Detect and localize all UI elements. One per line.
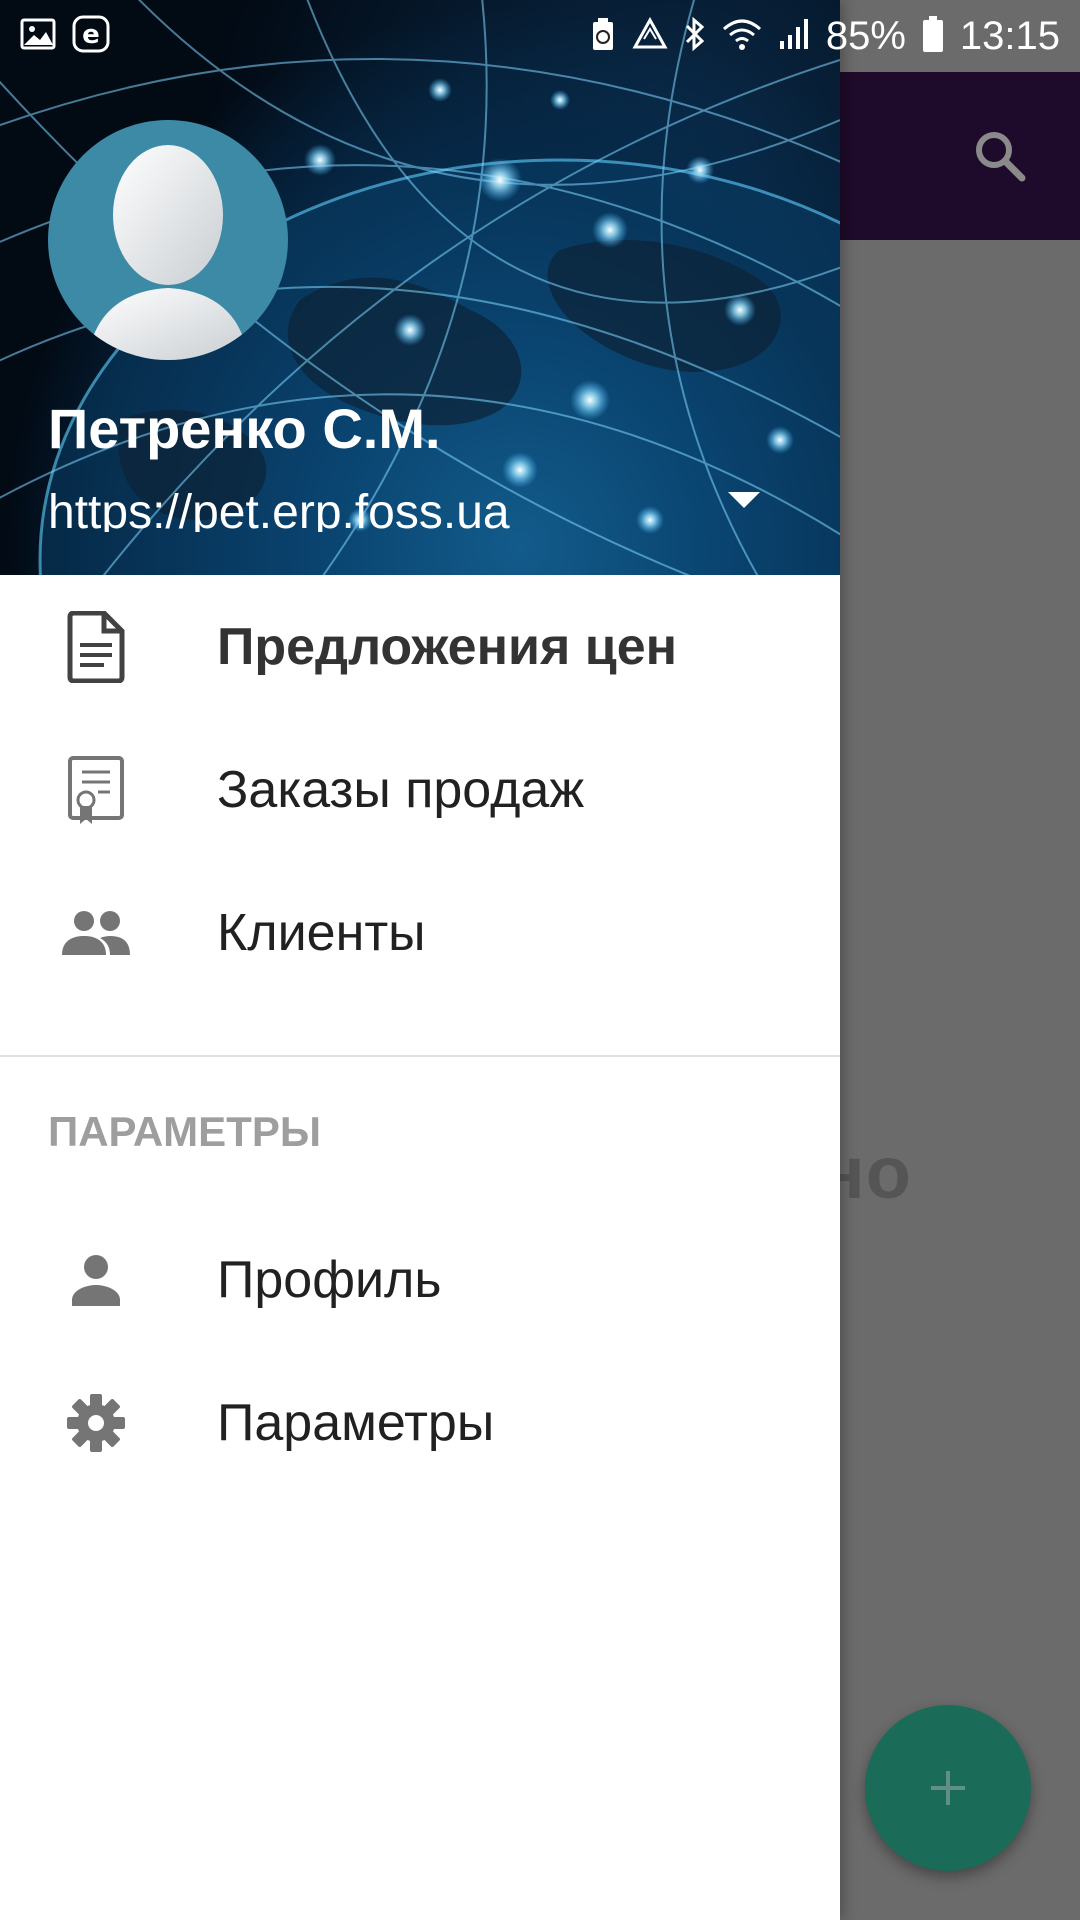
user-url: https://pet.erp.foss.ua: [48, 486, 510, 532]
section-title-settings: ПАРАМЕТРЫ: [48, 1108, 321, 1155]
recycle-icon: [632, 16, 668, 56]
account-dropdown-icon[interactable]: [726, 488, 762, 512]
default-user-icon: [88, 145, 248, 360]
bluetooth-icon: [684, 16, 706, 57]
gallery-icon: [20, 18, 56, 55]
divider: [0, 1055, 840, 1057]
gear-icon: [60, 1387, 132, 1459]
menu-item-settings[interactable]: Параметры: [0, 1351, 840, 1494]
status-bar: e 85% 13:15: [0, 0, 1080, 72]
document-icon: [60, 610, 132, 683]
menu-item-label: Клиенты: [217, 903, 426, 962]
menu-item-label: Предложения цен: [217, 617, 678, 676]
menu-item-label: Параметры: [217, 1393, 495, 1452]
person-icon: [60, 1244, 132, 1316]
menu-item-label: Профиль: [217, 1250, 442, 1309]
signal-icon: [778, 17, 810, 56]
svg-text:e: e: [82, 20, 100, 50]
menu-item-clients[interactable]: Клиенты: [0, 861, 840, 1004]
search-icon[interactable]: [972, 128, 1028, 184]
e-icon: e: [72, 15, 110, 58]
plus-icon: [931, 1771, 965, 1805]
battery-saver-icon: [590, 16, 616, 57]
avatar[interactable]: [48, 120, 288, 360]
user-name: Петренко С.М.: [48, 397, 441, 460]
navigation-drawer: Петренко С.М. https://pet.erp.foss.ua Пр…: [0, 0, 840, 1920]
menu-item-profile[interactable]: Профиль: [0, 1208, 840, 1351]
drawer-settings-menu: Профиль Параметры: [0, 1208, 840, 1494]
drawer-header: Петренко С.М. https://pet.erp.foss.ua: [0, 0, 840, 575]
menu-item-quotations[interactable]: Предложения цен: [0, 575, 840, 718]
battery-percent: 85%: [825, 13, 906, 58]
menu-item-sales-orders[interactable]: Заказы продаж: [0, 718, 840, 861]
drawer-menu: Предложения цен Заказы продаж Клиенты: [0, 575, 840, 1004]
battery-icon: [922, 15, 944, 58]
menu-item-label: Заказы продаж: [217, 760, 585, 819]
add-fab-button[interactable]: [865, 1705, 1031, 1871]
wifi-icon: [722, 17, 762, 56]
people-icon: [60, 897, 132, 969]
clock: 13:15: [959, 13, 1060, 58]
certificate-icon: [60, 754, 132, 826]
